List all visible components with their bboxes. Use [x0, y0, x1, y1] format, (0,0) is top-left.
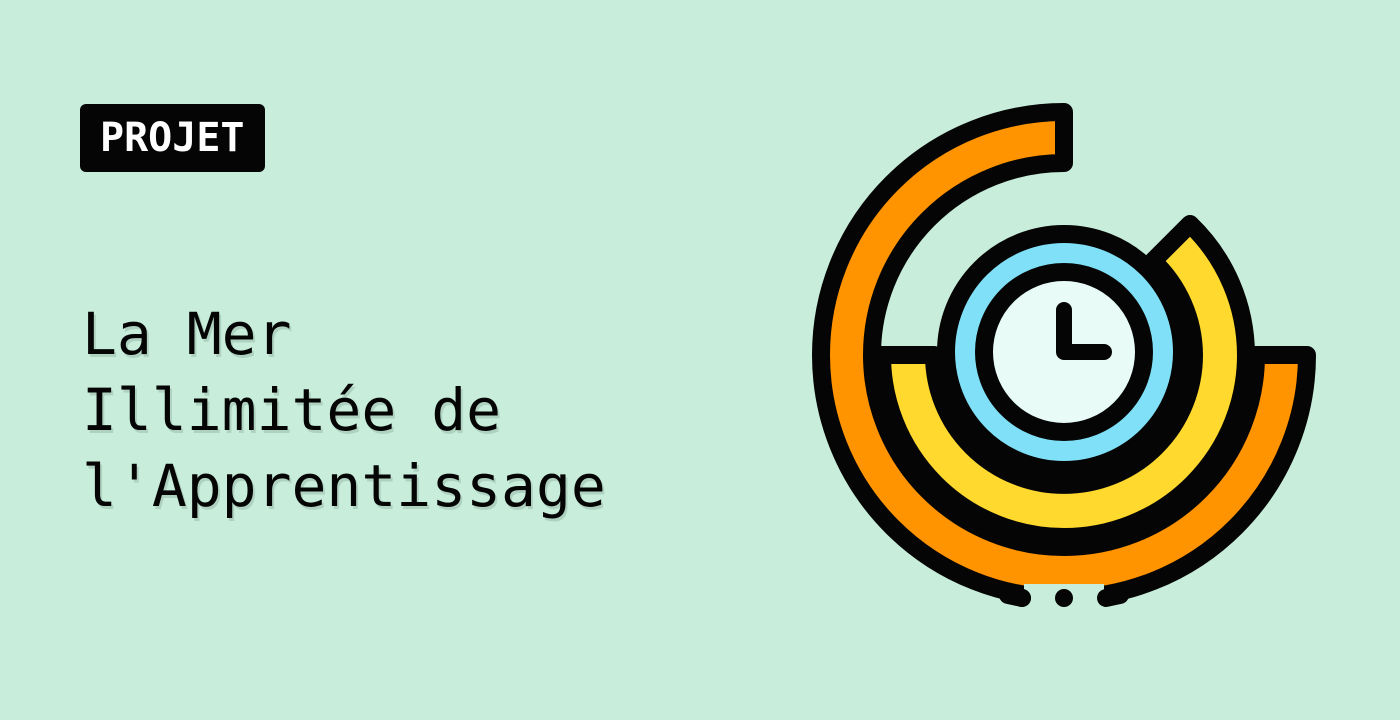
clock-radial-chart-icon — [812, 103, 1316, 608]
title-line-2: Illimitée de — [82, 376, 502, 444]
title-line-3: l'Apprentissage — [82, 452, 606, 520]
page: PROJET La Mer Illimitée de l'Apprentissa… — [0, 0, 1400, 720]
project-badge-label: PROJET — [100, 115, 245, 161]
outer-ring-dot — [1055, 589, 1073, 607]
title-line-1: La Mer — [82, 300, 292, 368]
page-title: La Mer Illimitée de l'Apprentissage — [82, 296, 606, 524]
project-badge: PROJET — [80, 104, 265, 172]
